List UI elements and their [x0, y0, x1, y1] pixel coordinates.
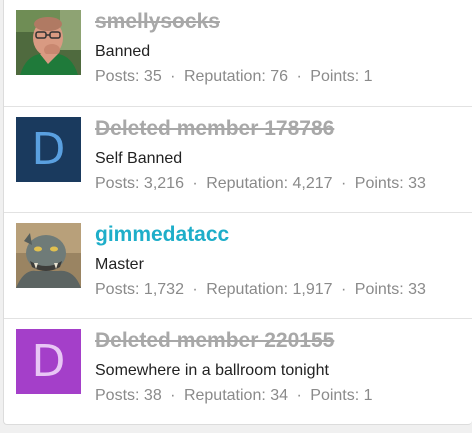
reputation-label: Reputation:: [206, 175, 289, 192]
stats-separator: ·: [341, 281, 347, 298]
member-row: smellysocks Banned Posts: 35 · Reputatio…: [4, 0, 472, 106]
posts-label: Posts:: [95, 175, 140, 192]
posts-label: Posts:: [95, 68, 140, 85]
stats-separator: ·: [341, 175, 347, 192]
member-username: Deleted member 220155: [95, 329, 335, 352]
member-stats: Posts: 3,216 · Reputation: 4,217 · Point…: [95, 174, 464, 194]
member-info: gimmedatacc Master Posts: 1,732 · Reputa…: [95, 223, 464, 300]
stats-separator: ·: [296, 387, 302, 404]
member-info: Deleted member 220155 Somewhere in a bal…: [95, 329, 464, 406]
member-username: Deleted member 178786: [95, 117, 335, 140]
stats-separator: ·: [170, 68, 176, 85]
member-avatar[interactable]: D: [16, 329, 81, 394]
member-info: Deleted member 178786 Self Banned Posts:…: [95, 117, 464, 194]
stats-separator: ·: [296, 68, 302, 85]
reputation-count: 4,217: [292, 175, 333, 192]
member-info: smellysocks Banned Posts: 35 · Reputatio…: [95, 10, 464, 87]
posts-count: 38: [143, 387, 162, 404]
avatar-photo: [16, 223, 81, 288]
points-count: 1: [363, 387, 373, 404]
reputation-count: 34: [270, 387, 289, 404]
reputation-count: 76: [270, 68, 289, 85]
member-title: Self Banned: [95, 150, 183, 167]
member-row: D Deleted member 178786 Self Banned Post…: [4, 106, 472, 212]
stats-separator: ·: [192, 175, 198, 192]
member-stats: Posts: 35 · Reputation: 76 · Points: 1: [95, 67, 464, 87]
posts-label: Posts:: [95, 387, 140, 404]
points-label: Points:: [354, 281, 404, 298]
member-title: Somewhere in a ballroom tonight: [95, 362, 329, 379]
member-stats: Posts: 38 · Reputation: 34 · Points: 1: [95, 386, 464, 406]
posts-label: Posts:: [95, 281, 140, 298]
posts-count: 35: [143, 68, 162, 85]
points-count: 33: [408, 281, 426, 298]
posts-count: 1,732: [143, 281, 184, 298]
avatar-photo: [16, 10, 81, 75]
stats-separator: ·: [170, 387, 176, 404]
posts-count: 3,216: [143, 175, 184, 192]
avatar-letter: D: [31, 335, 66, 387]
avatar-letter: D: [31, 123, 66, 175]
reputation-label: Reputation:: [183, 387, 266, 404]
member-avatar[interactable]: D: [16, 117, 81, 182]
points-label: Points:: [310, 387, 360, 404]
member-row: gimmedatacc Master Posts: 1,732 · Reputa…: [4, 212, 472, 318]
points-count: 33: [408, 175, 426, 192]
points-count: 1: [363, 68, 373, 85]
reputation-label: Reputation:: [206, 281, 289, 298]
member-title: Master: [95, 256, 144, 273]
member-row: D Deleted member 220155 Somewhere in a b…: [4, 318, 472, 424]
member-title: Banned: [95, 43, 151, 60]
member-username: smellysocks: [95, 10, 220, 33]
member-list-panel: smellysocks Banned Posts: 35 · Reputatio…: [3, 0, 472, 425]
points-label: Points:: [310, 68, 360, 85]
stats-separator: ·: [192, 281, 198, 298]
reputation-count: 1,917: [292, 281, 333, 298]
member-avatar[interactable]: [16, 10, 81, 75]
points-label: Points:: [354, 175, 404, 192]
member-avatar[interactable]: [16, 223, 81, 288]
member-stats: Posts: 1,732 · Reputation: 1,917 · Point…: [95, 280, 464, 300]
reputation-label: Reputation:: [183, 68, 266, 85]
member-username[interactable]: gimmedatacc: [95, 223, 464, 247]
